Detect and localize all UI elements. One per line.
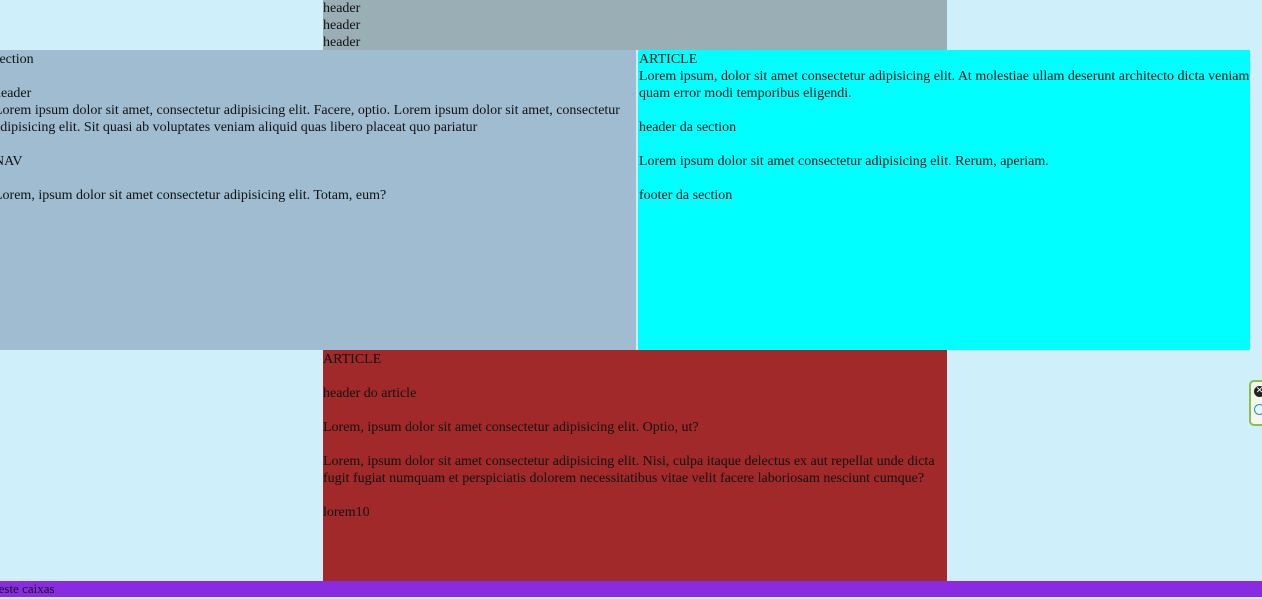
left-section: section header Lorem ipsum dolor sit ame…	[0, 50, 636, 350]
article-footer: lorem10	[323, 505, 370, 520]
article-header: header do article	[323, 386, 417, 401]
section-header: header	[0, 86, 32, 101]
footer-bar: teste caixas	[0, 581, 1262, 597]
section-paragraph: Lorem ipsum dolor sit amet, consectetur …	[0, 103, 620, 135]
info-circle-icon[interactable]	[1254, 404, 1262, 415]
footer-text: teste caixas	[0, 581, 55, 596]
article-paragraph: Lorem ipsum, dolor sit amet consectetur …	[639, 69, 1250, 101]
nav-text: Lorem, ipsum dolor sit amet consectetur …	[0, 188, 387, 203]
section-text: Lorem ipsum dolor sit amet consectetur a…	[639, 154, 1049, 169]
top-header: header header header	[323, 0, 947, 50]
top-header-line: header	[323, 35, 361, 50]
section-footer-label: footer da section	[639, 188, 733, 203]
right-article: ARTICLE Lorem ipsum, dolor sit amet cons…	[638, 50, 1250, 350]
top-header-line: header	[323, 1, 361, 16]
article-paragraph-2: Lorem, ipsum dolor sit amet consectetur …	[323, 454, 935, 486]
top-header-line: header	[323, 18, 361, 33]
floating-widget[interactable]: ✕	[1249, 380, 1262, 426]
close-circle-icon[interactable]: ✕	[1254, 386, 1262, 397]
article-title: ARTICLE	[323, 352, 382, 367]
article-paragraph-1: Lorem, ipsum dolor sit amet consectetur …	[323, 420, 699, 435]
section-header-label: header da section	[639, 120, 737, 135]
bottom-article: ARTICLE header do article Lorem, ipsum d…	[323, 350, 947, 581]
article-title: ARTICLE	[639, 52, 698, 67]
section-title: section	[0, 52, 34, 67]
nav-label: NAV	[0, 154, 23, 169]
